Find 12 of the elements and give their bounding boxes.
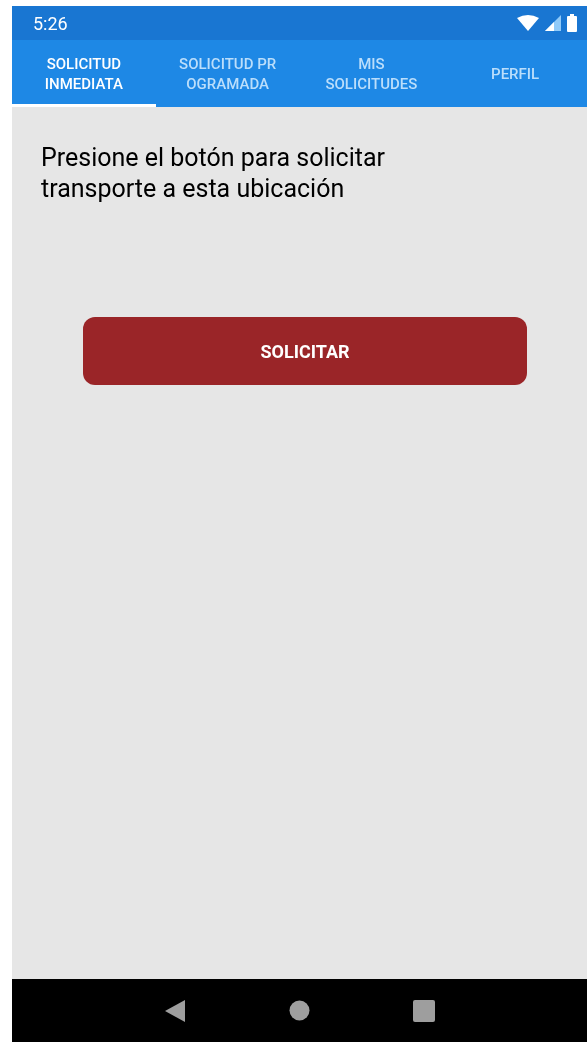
clock-time: 5:26 (33, 11, 68, 36)
instruction-text: Presione el botón para solicitar transporte a esta ubicación (41, 142, 386, 204)
back-icon[interactable] (163, 998, 186, 1023)
battery-icon (567, 14, 577, 32)
tab[interactable]: SOLICITUD PR OGRAMADA (155, 40, 300, 107)
overview-icon[interactable] (413, 999, 436, 1022)
tab[interactable]: MIS SOLICITUDES (299, 40, 444, 107)
signal-icon (545, 15, 561, 31)
tab[interactable]: PERFIL (443, 40, 587, 107)
request-button[interactable]: SOLICITAR (83, 317, 527, 385)
home-icon[interactable] (289, 1000, 310, 1021)
wifi-icon (517, 15, 539, 31)
